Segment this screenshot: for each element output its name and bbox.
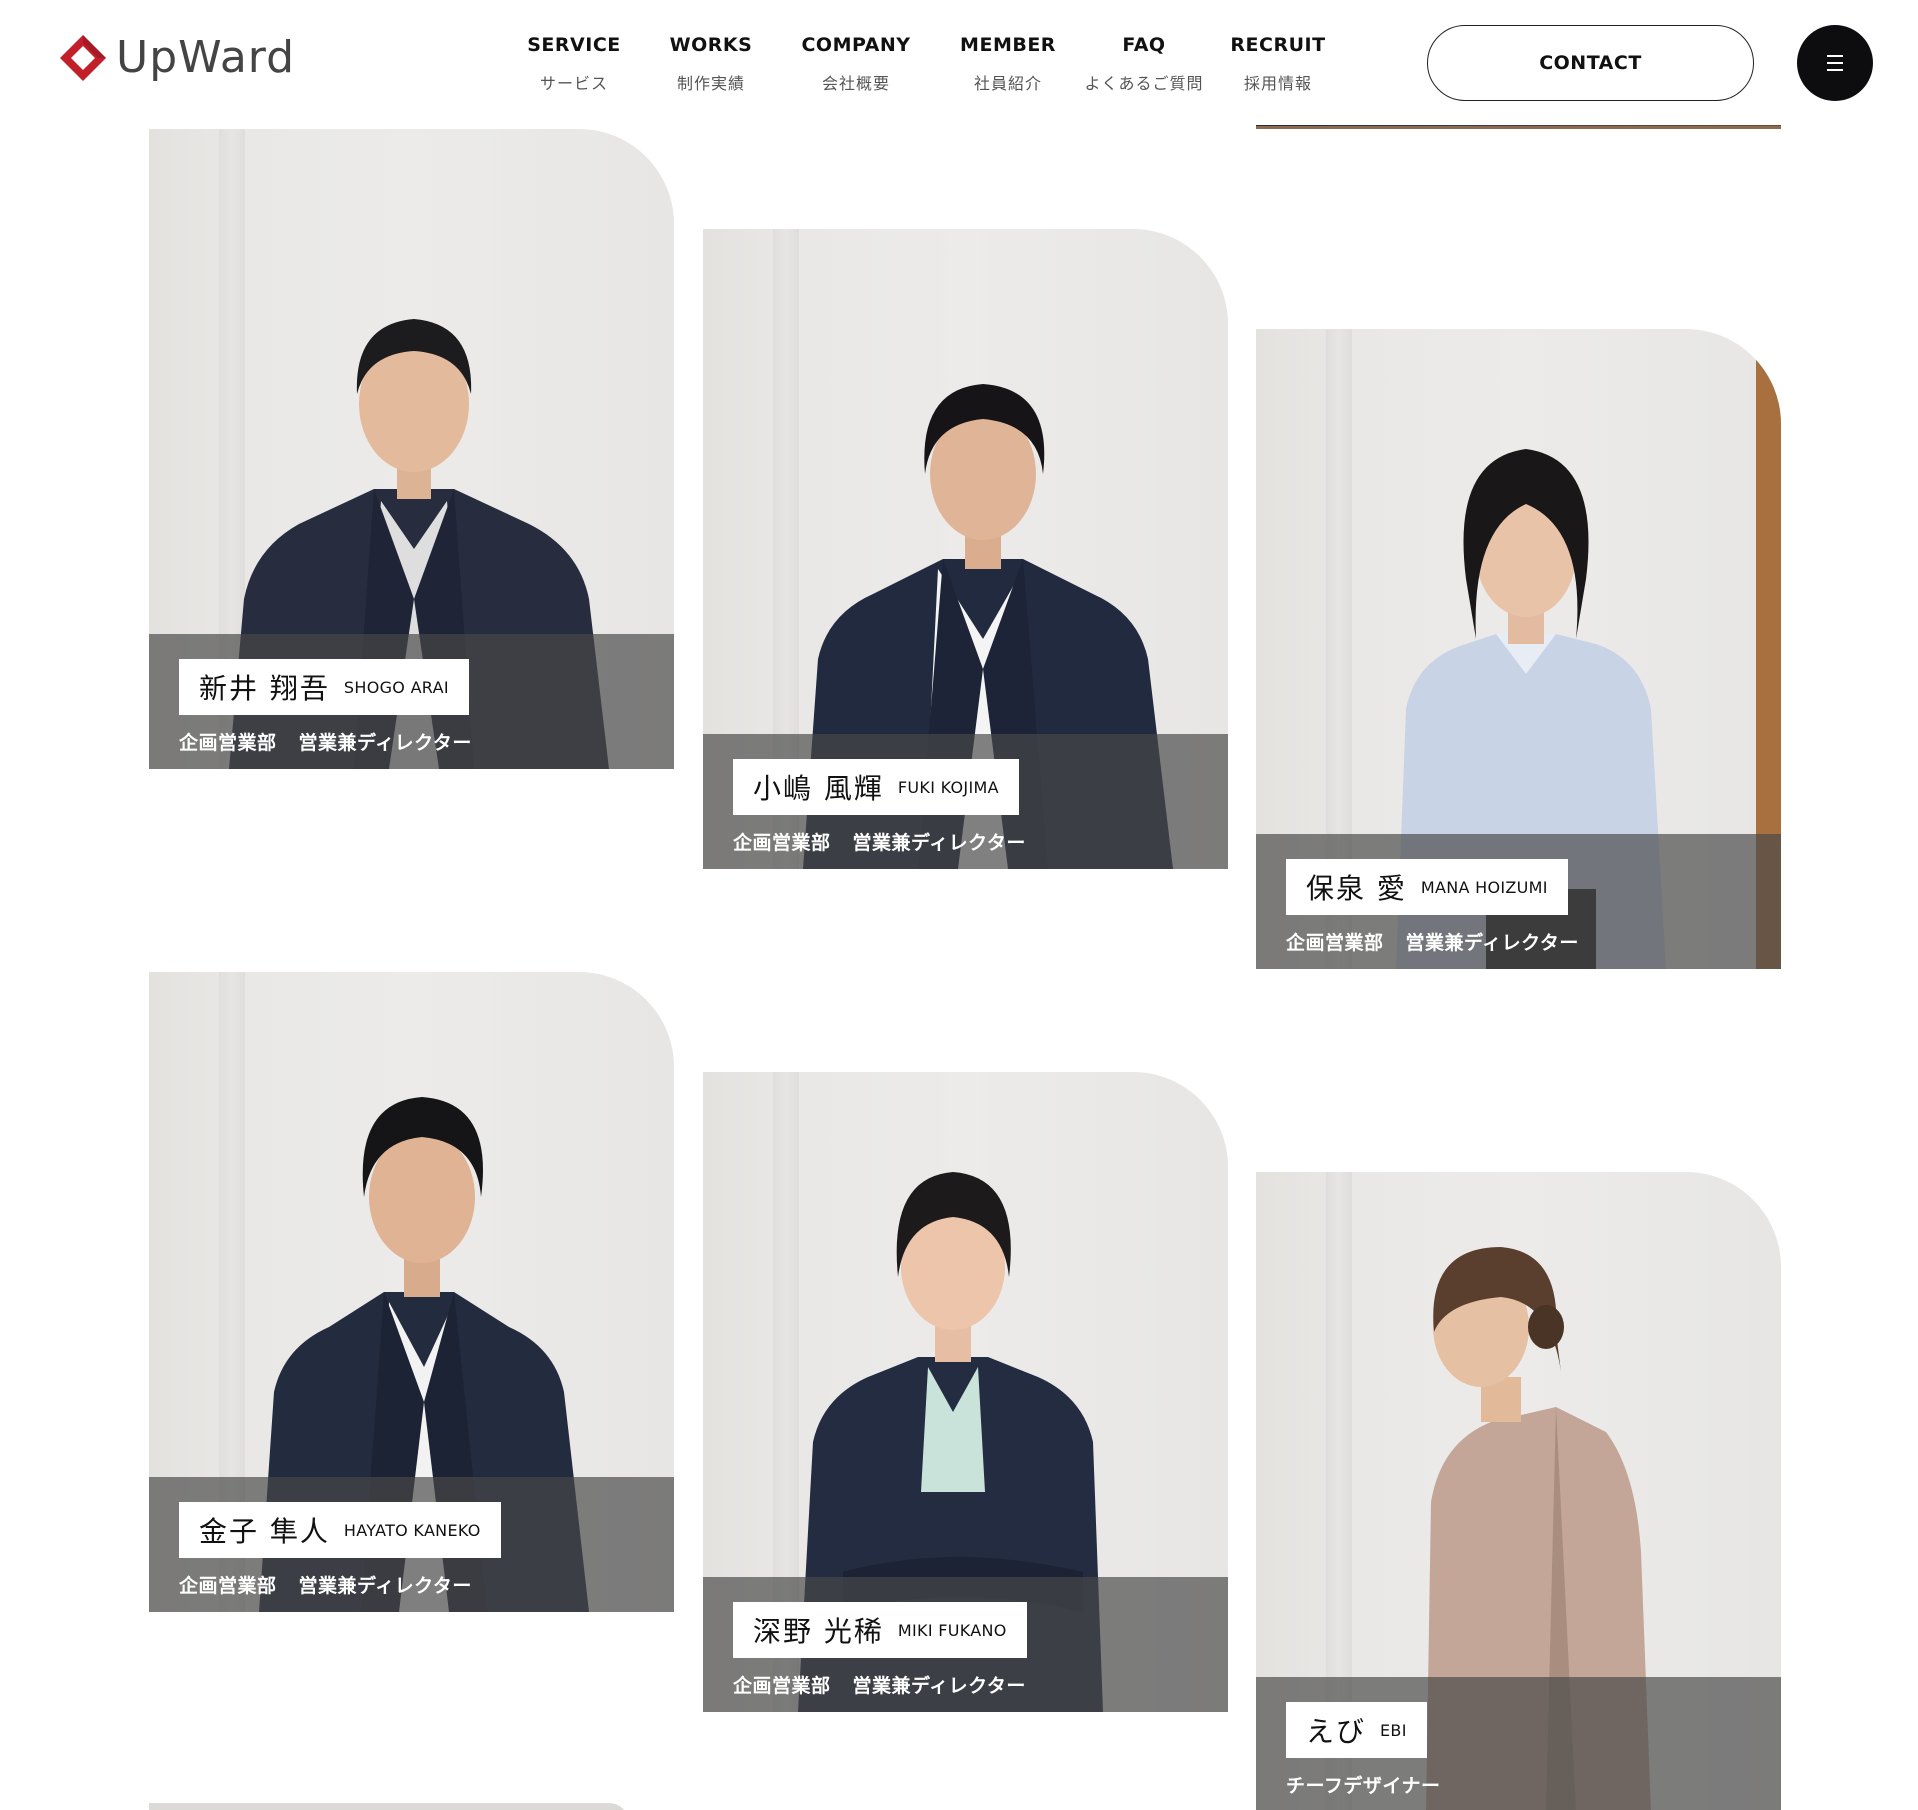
member-role: チーフデザイナー: [1286, 1771, 1440, 1798]
member-name-jp: えび: [1306, 1715, 1367, 1748]
nav-label-en: SERVICE: [527, 34, 621, 56]
menu-icon: [1827, 55, 1843, 71]
member-caption: 金子 隼人 HAYATO KANEKO 企画営業部 営業兼ディレクター: [149, 1477, 674, 1612]
member-name-box: 小嶋 風輝 FUKI KOJIMA: [733, 759, 1019, 815]
member-title: 営業兼ディレクター: [298, 732, 472, 754]
nav-label-jp: 採用情報: [1243, 74, 1312, 93]
member-name-en: SHOGO ARAI: [343, 677, 449, 697]
nav-item-works[interactable]: WORKS 制作実績: [670, 34, 753, 94]
nav-label-en: RECRUIT: [1230, 34, 1326, 56]
member-name-box: 金子 隼人 HAYATO KANEKO: [179, 1502, 501, 1558]
contact-button[interactable]: CONTACT: [1427, 25, 1754, 101]
nav-item-faq[interactable]: FAQ よくあるご質問: [1084, 34, 1203, 94]
member-role: 企画営業部 営業兼ディレクター: [179, 728, 472, 755]
nav-label-jp: よくあるご質問: [1084, 74, 1204, 93]
member-title: チーフデザイナー: [1286, 1775, 1441, 1797]
member-name-en: HAYATO KANEKO: [343, 1520, 481, 1540]
nav-label-jp: 社員紹介: [973, 74, 1043, 93]
member-name-en: MIKI FUKANO: [897, 1620, 1007, 1640]
member-name-en: EBI: [1380, 1720, 1407, 1740]
member-name-jp: 保泉 愛: [1306, 872, 1407, 905]
member-role: 企画営業部 営業兼ディレクター: [179, 1571, 472, 1598]
member-name-en: MANA HOIZUMI: [1420, 877, 1548, 897]
nav-item-recruit[interactable]: RECRUIT 採用情報: [1230, 34, 1325, 94]
member-title: 営業兼ディレクター: [298, 1575, 472, 1597]
nav-label-en: MEMBER: [960, 34, 1056, 56]
member-name-box: 新井 翔吾 SHOGO ARAI: [179, 659, 469, 715]
logo-text: UpWard: [116, 32, 296, 83]
nav-label-en: COMPANY: [801, 34, 911, 56]
nav-label-jp: サービス: [539, 74, 608, 93]
member-caption: 保泉 愛 MANA HOIZUMI 企画営業部 営業兼ディレクター: [1256, 834, 1781, 969]
member-dept: 企画営業部: [1286, 932, 1384, 954]
member-card[interactable]: 金子 隼人 HAYATO KANEKO 企画営業部 営業兼ディレクター: [149, 972, 674, 1612]
member-title: 営業兼ディレクター: [852, 1675, 1026, 1697]
member-dept: 企画営業部: [179, 732, 277, 754]
brand-logo[interactable]: UpWard: [58, 32, 295, 83]
member-card[interactable]: 新井 翔吾 SHOGO ARAI 企画営業部 営業兼ディレクター: [149, 129, 674, 769]
member-card[interactable]: 深野 光稀 MIKI FUKANO 企画営業部 営業兼ディレクター: [703, 1072, 1228, 1712]
menu-button[interactable]: [1797, 25, 1873, 101]
nav-item-service[interactable]: SERVICE サービス: [527, 34, 621, 94]
member-caption: えび EBI チーフデザイナー: [1256, 1677, 1781, 1810]
member-dept: 企画営業部: [733, 832, 831, 854]
member-card-partial: [149, 1803, 629, 1810]
member-name-jp: 新井 翔吾: [199, 672, 330, 705]
member-name-jp: 金子 隼人: [199, 1515, 330, 1548]
nav-label-en: WORKS: [669, 34, 753, 56]
member-card[interactable]: 保泉 愛 MANA HOIZUMI 企画営業部 営業兼ディレクター: [1256, 329, 1781, 969]
member-title: 営業兼ディレクター: [852, 832, 1026, 854]
nav-item-member[interactable]: MEMBER 社員紹介: [960, 34, 1056, 94]
member-name-box: 深野 光稀 MIKI FUKANO: [733, 1602, 1027, 1658]
member-role: 企画営業部 営業兼ディレクター: [733, 828, 1026, 855]
nav-item-company[interactable]: COMPANY 会社概要: [801, 34, 910, 94]
site-header: UpWard SERVICE サービス WORKS 制作実績 COMPANY 会…: [0, 0, 1918, 125]
member-caption: 深野 光稀 MIKI FUKANO 企画営業部 営業兼ディレクター: [703, 1577, 1228, 1712]
member-card[interactable]: 小嶋 風輝 FUKI KOJIMA 企画営業部 営業兼ディレクター: [703, 229, 1228, 869]
page: UpWard SERVICE サービス WORKS 制作実績 COMPANY 会…: [0, 0, 1918, 1810]
member-card[interactable]: えび EBI チーフデザイナー: [1256, 1172, 1781, 1810]
nav-label-jp: 制作実績: [676, 74, 745, 93]
nav-label-en: FAQ: [1122, 34, 1166, 56]
member-name-jp: 深野 光稀: [753, 1615, 884, 1648]
member-dept: 企画営業部: [179, 1575, 277, 1597]
member-title: 営業兼ディレクター: [1405, 932, 1579, 954]
member-name-box: えび EBI: [1286, 1702, 1427, 1758]
member-role: 企画営業部 営業兼ディレクター: [1286, 928, 1579, 955]
member-name-box: 保泉 愛 MANA HOIZUMI: [1286, 859, 1568, 915]
logo-diamond-icon: [58, 33, 108, 83]
member-role: 企画営業部 営業兼ディレクター: [733, 1671, 1026, 1698]
nav-label-jp: 会社概要: [821, 74, 890, 93]
member-caption: 新井 翔吾 SHOGO ARAI 企画営業部 営業兼ディレクター: [149, 634, 674, 769]
member-name-en: FUKI KOJIMA: [897, 777, 999, 797]
member-caption: 小嶋 風輝 FUKI KOJIMA 企画営業部 営業兼ディレクター: [703, 734, 1228, 869]
member-name-jp: 小嶋 風輝: [753, 772, 884, 805]
member-dept: 企画営業部: [733, 1675, 831, 1697]
